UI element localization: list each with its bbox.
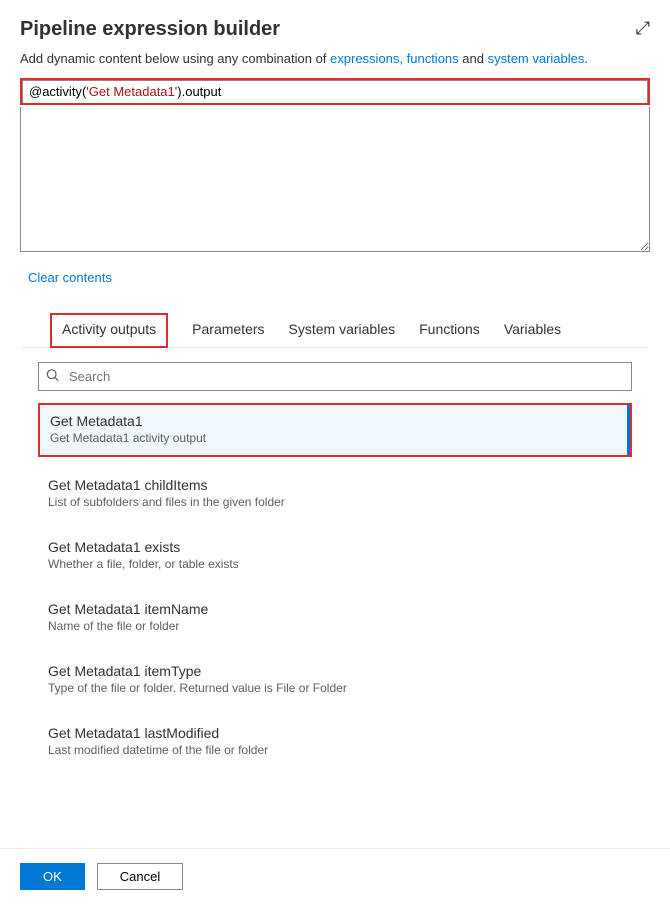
item-desc: List of subfolders and files in the give… <box>48 495 622 509</box>
list-item[interactable]: Get Metadata1 childItems List of subfold… <box>38 469 632 519</box>
expression-highlight: @activity('Get Metadata1').output <box>20 78 650 105</box>
list-item[interactable]: Get Metadata1 Get Metadata1 activity out… <box>38 403 632 457</box>
item-desc: Get Metadata1 activity output <box>50 431 620 445</box>
list-item[interactable]: Get Metadata1 itemType Type of the file … <box>38 655 632 705</box>
item-desc: Type of the file or folder. Returned val… <box>48 681 622 695</box>
item-desc: Whether a file, folder, or table exists <box>48 557 622 571</box>
tab-system-variables[interactable]: System variables <box>289 313 396 347</box>
subtitle-text: Add dynamic content below using any comb… <box>20 51 330 66</box>
clear-contents-link[interactable]: Clear contents <box>28 270 650 285</box>
cancel-button[interactable]: Cancel <box>97 863 183 890</box>
item-title: Get Metadata1 itemName <box>48 601 622 617</box>
tab-variables[interactable]: Variables <box>504 313 561 347</box>
page-title: Pipeline expression builder <box>20 18 280 41</box>
tab-parameters[interactable]: Parameters <box>192 313 264 347</box>
footer: OK Cancel <box>0 848 670 908</box>
expand-icon[interactable]: ⤢ <box>636 18 650 39</box>
tab-functions[interactable]: Functions <box>419 313 480 347</box>
token-fn: activity <box>42 84 82 99</box>
list-item[interactable]: Get Metadata1 exists Whether a file, fol… <box>38 531 632 581</box>
item-title: Get Metadata1 <box>50 413 620 429</box>
ok-button[interactable]: OK <box>20 863 85 890</box>
system-variables-link[interactable]: system variables <box>488 51 585 66</box>
item-desc: Name of the file or folder <box>48 619 622 633</box>
subtitle-suffix: . <box>584 51 588 66</box>
outputs-list: Get Metadata1 Get Metadata1 activity out… <box>38 403 632 767</box>
token-at: @ <box>29 84 42 99</box>
item-title: Get Metadata1 lastModified <box>48 725 622 741</box>
search-input[interactable] <box>38 362 632 391</box>
tabs-row: Activity outputs Parameters System varia… <box>22 313 648 348</box>
tab-activity-outputs[interactable]: Activity outputs <box>50 313 168 348</box>
item-desc: Last modified datetime of the file or fo… <box>48 743 622 757</box>
token-string: 'Get Metadata1' <box>86 84 177 99</box>
item-title: Get Metadata1 exists <box>48 539 622 555</box>
subtitle-mid: and <box>459 51 488 66</box>
list-item[interactable]: Get Metadata1 lastModified Last modified… <box>38 717 632 767</box>
search-icon <box>46 368 60 385</box>
expression-textarea[interactable] <box>20 107 650 252</box>
token-prop: output <box>185 84 221 99</box>
expression-display[interactable]: @activity('Get Metadata1').output <box>22 80 648 103</box>
expressions-functions-link[interactable]: expressions, functions <box>330 51 459 66</box>
list-item[interactable]: Get Metadata1 itemName Name of the file … <box>38 593 632 643</box>
item-title: Get Metadata1 itemType <box>48 663 622 679</box>
subtitle: Add dynamic content below using any comb… <box>20 51 650 66</box>
item-title: Get Metadata1 childItems <box>48 477 622 493</box>
